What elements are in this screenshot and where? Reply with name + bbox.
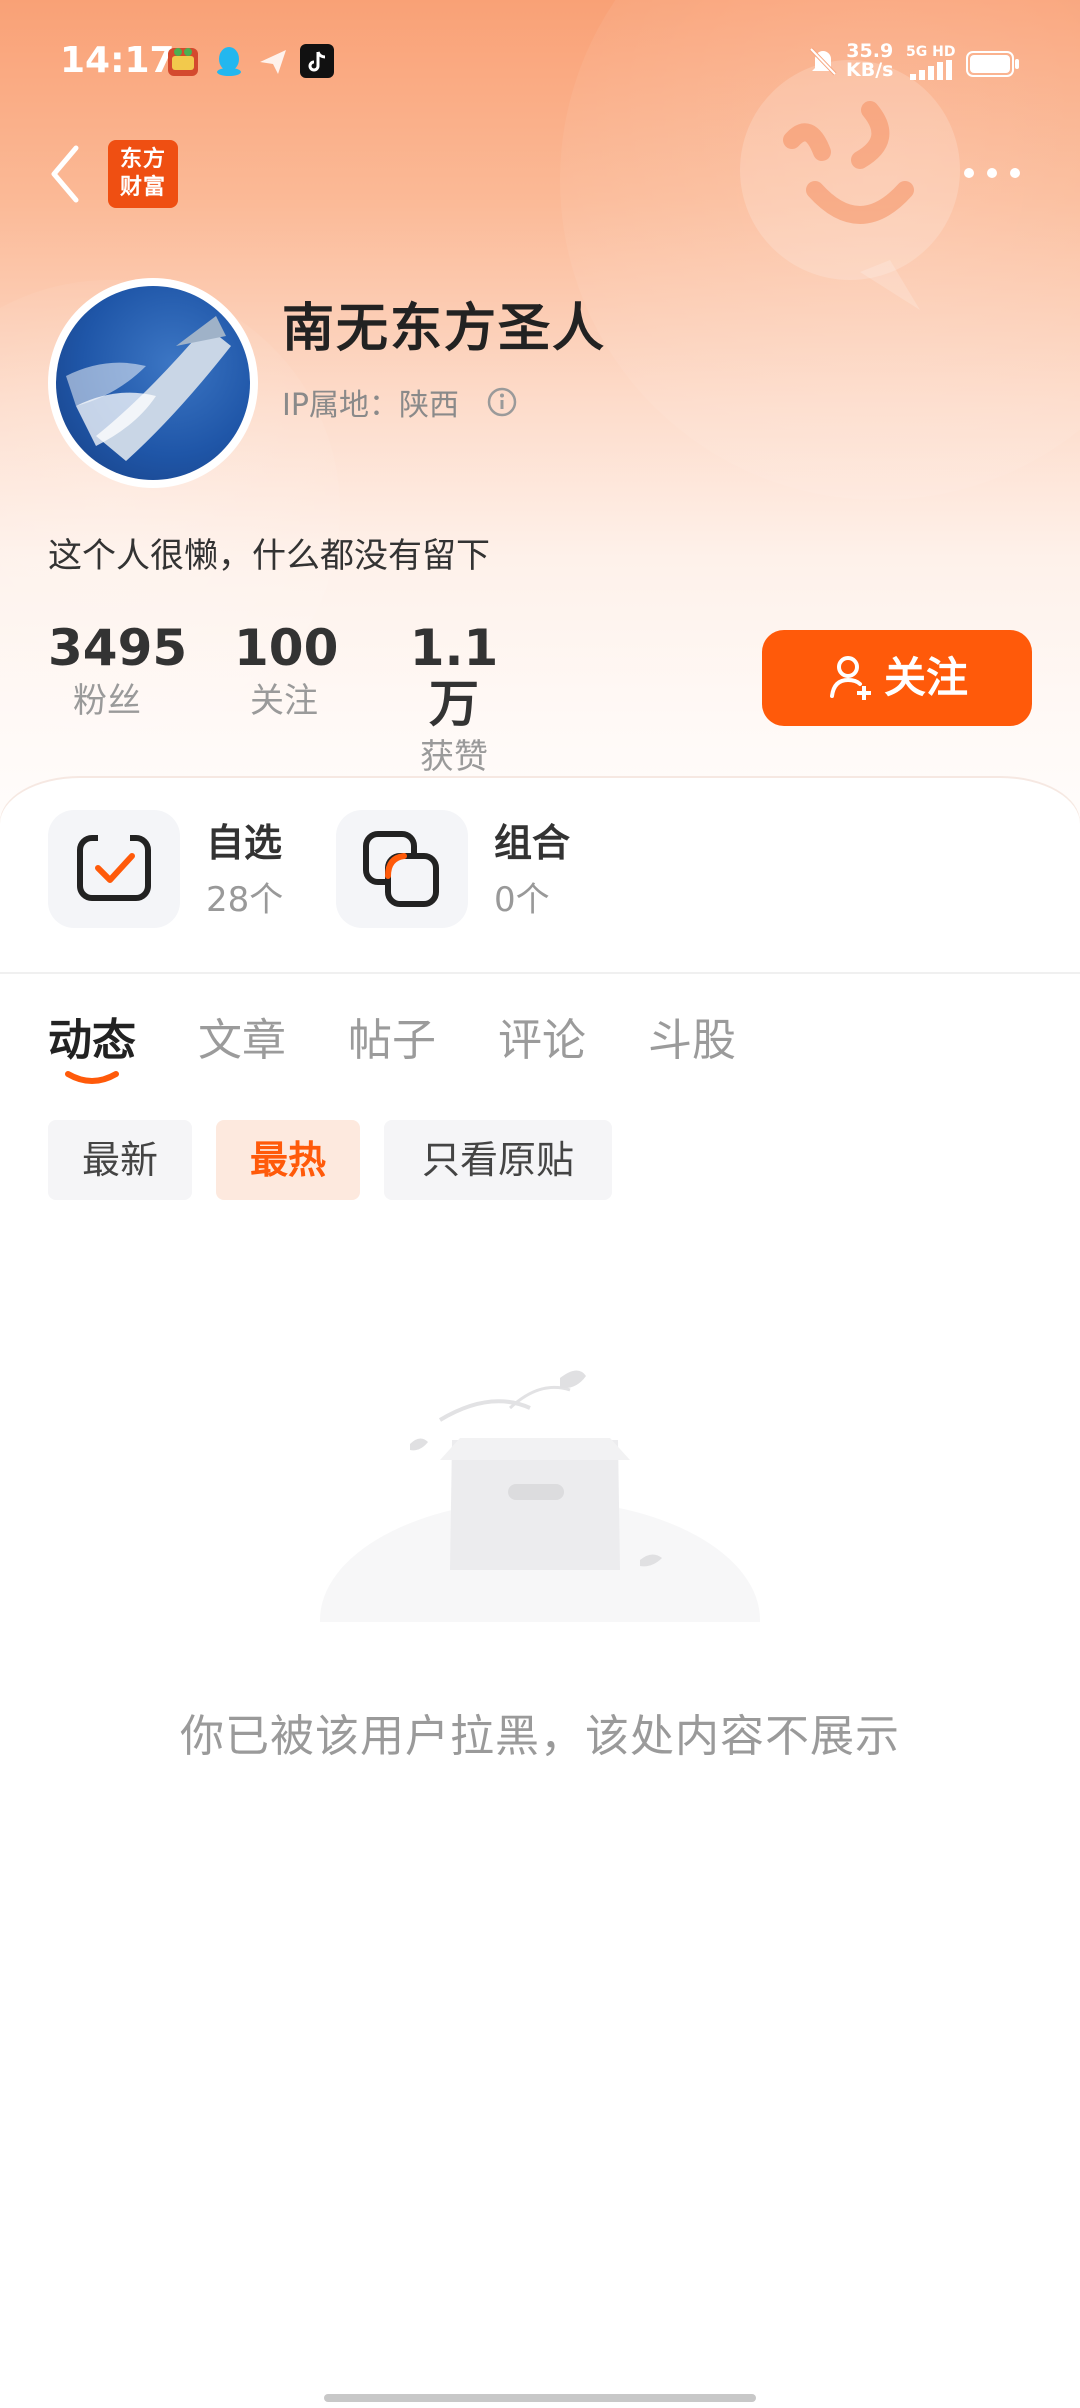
more-options-button[interactable] [960,158,1024,188]
stat-fans[interactable]: 3495 粉丝 [48,619,188,724]
tab-posts[interactable]: 帖子 [348,1004,436,1068]
battery-icon [966,50,1020,82]
more-dot-icon [1010,168,1020,178]
stat-label: 粉丝 [73,681,141,721]
qq-icon [212,44,246,78]
back-button[interactable] [44,140,84,208]
home-indicator[interactable] [324,2394,756,2402]
filter-original-only[interactable]: 只看原贴 [384,1120,612,1200]
more-dot-icon [987,168,997,178]
shortcut-count: 28个 [206,880,284,920]
avatar-image [56,286,250,480]
status-time: 14:17 [60,40,175,81]
tab-articles[interactable]: 文章 [198,1004,286,1068]
username: 南无东方圣人 [282,299,607,359]
app-logo[interactable]: 东方 财富 [108,140,178,208]
shortcut-count: 0个 [494,880,550,920]
signal-bars-icon [910,60,954,84]
stat-value: 3495 [48,619,188,677]
stat-label: 获赞 [420,737,488,777]
filter-latest[interactable]: 最新 [48,1120,192,1200]
stat-following[interactable]: 100 关注 [234,619,339,724]
tab-active-indicator [65,1071,119,1084]
stat-value: 100 [234,619,339,677]
chevron-left-icon [51,145,79,203]
stat-value: 1.1万 [409,619,499,733]
info-icon[interactable] [486,386,518,418]
divider [0,972,1080,974]
send-app-icon [256,44,290,78]
stat-likes[interactable]: 1.1万 获赞 [396,620,512,780]
shortcut-title: 自选 [206,821,283,865]
stat-label: 关注 [250,681,318,721]
portfolio-squares-icon [336,810,468,928]
avatar[interactable] [48,278,258,488]
mute-bell-icon [806,44,840,78]
add-user-icon [829,655,871,700]
empty-state-message: 你已被该用户拉黑，该处内容不展示 [180,1711,900,1762]
network-type: 5G HD [906,44,956,60]
empty-box-illustration [300,1370,780,1660]
filter-hottest[interactable]: 最热 [216,1120,360,1200]
tab-stock-battle[interactable]: 斗股 [648,1004,736,1068]
app-logo-line2: 财富 [119,175,166,200]
more-dot-icon [964,168,974,178]
net-speed: 35.9 KB/s [846,42,893,80]
status-bar: 14:17 35.9 KB/s 5G HD [0,0,1080,120]
tab-comments[interactable]: 评论 [498,1004,586,1068]
net-speed-unit: KB/s [846,59,894,81]
app-logo-line1: 东方 [119,147,166,172]
follow-label: 关注 [883,653,968,702]
ip-location: IP属地：陕西 [282,388,459,423]
follow-button[interactable]: 关注 [762,630,1032,726]
bio: 这个人很懒，什么都没有留下 [48,536,490,576]
tiktok-icon [300,44,334,78]
tab-dynamic[interactable]: 动态 [48,1004,136,1068]
shortcut-title: 组合 [494,821,571,865]
watchlist-check-icon [48,810,180,928]
game-app-icon [166,44,200,78]
